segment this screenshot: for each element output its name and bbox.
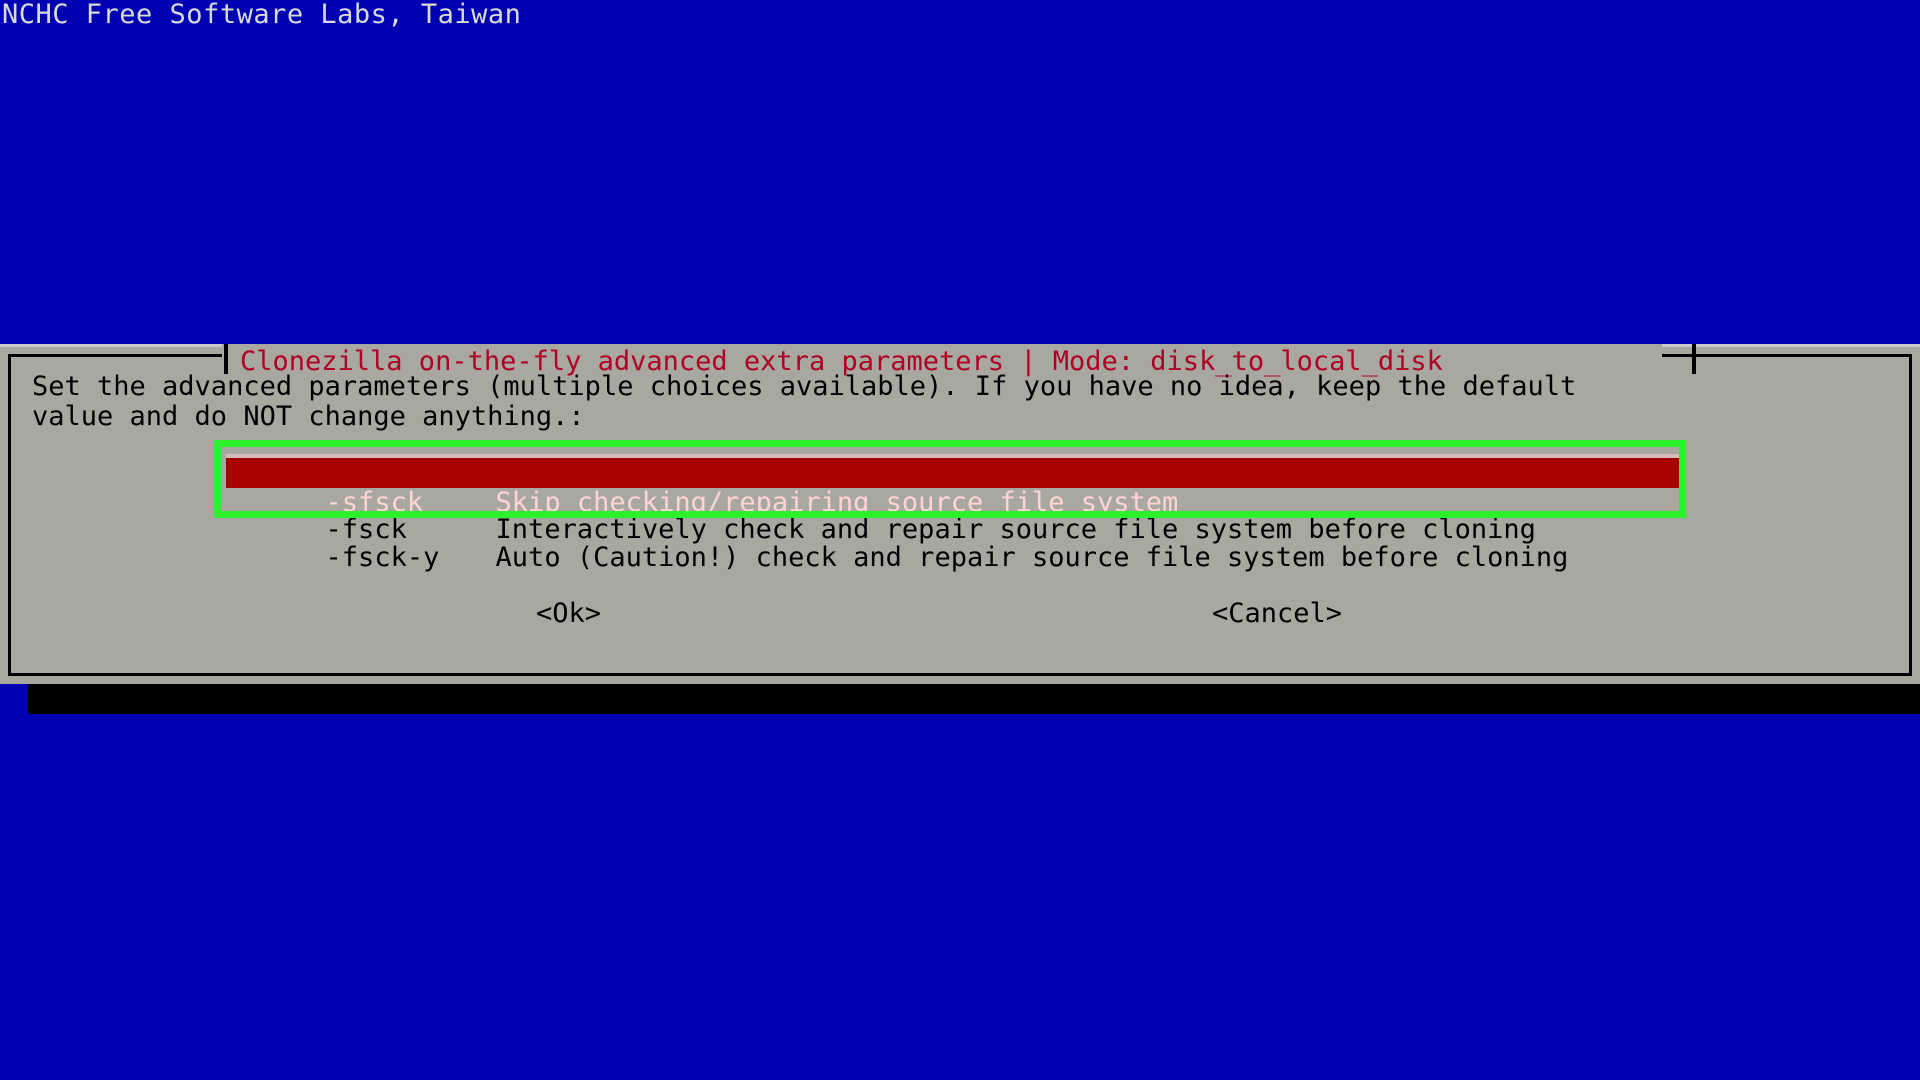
option-row-sfsck[interactable]: -sfsck Skip checking/repairing source fil… xyxy=(226,454,1680,518)
title-separator-left xyxy=(224,344,228,374)
option-key: -fsck-y xyxy=(325,542,440,573)
parameter-option-list[interactable]: -sfsck Skip checking/repairing source fil… xyxy=(226,454,1680,572)
terminal-screen: NCHC Free Software Labs, Taiwan Clonezil… xyxy=(0,0,1920,1080)
option-description: Auto (Caution!) check and repair source … xyxy=(495,542,1569,573)
cancel-button[interactable]: <Cancel> xyxy=(1212,596,1342,632)
console-banner: NCHC Free Software Labs, Taiwan xyxy=(2,0,522,30)
dialog-title: Clonezilla on-the-fly advanced extra par… xyxy=(240,346,1443,377)
dialog-drop-shadow xyxy=(28,684,1920,714)
option-row-fsck-y[interactable]: -fsck-y Auto (Caution!) check and repair … xyxy=(228,516,1678,572)
title-separator-right xyxy=(1692,344,1696,374)
dialog-button-row: <Ok> <Cancel> xyxy=(0,596,1920,636)
dialog-prompt-text: Set the advanced parameters (multiple ch… xyxy=(32,371,1577,432)
option-row-fsck[interactable]: -fsck Interactively check and repair sour… xyxy=(228,488,1678,544)
ok-button[interactable]: <Ok> xyxy=(536,596,601,632)
